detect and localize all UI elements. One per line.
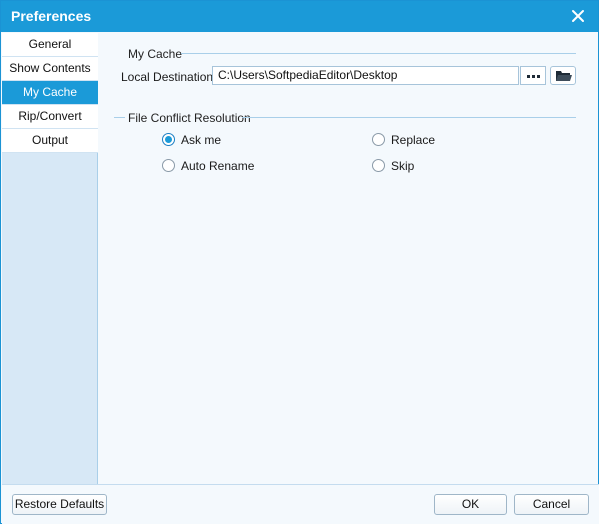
more-dots-icon-mid	[532, 75, 535, 78]
sidebar-item-general[interactable]: General	[2, 33, 98, 57]
my-cache-group-divider	[181, 53, 576, 54]
restore-defaults-button[interactable]: Restore Defaults	[12, 494, 107, 515]
sidebar-item-output[interactable]: Output	[2, 129, 98, 153]
radio-button	[372, 159, 385, 172]
conflict-group-title: File Conflict Resolution	[128, 111, 251, 125]
open-folder-button[interactable]	[550, 66, 576, 85]
local-destination-label: Local Destination:	[121, 70, 217, 84]
radio-label: Replace	[391, 133, 436, 147]
ok-button[interactable]: OK	[434, 494, 507, 515]
sidebar-item-my-cache[interactable]: My Cache	[2, 81, 98, 105]
local-destination-input[interactable]: C:\Users\SoftpediaEditor\Desktop	[212, 66, 519, 85]
radio-label: Auto Rename	[181, 159, 255, 173]
radio-ask-me[interactable]: Ask me	[162, 132, 282, 148]
sidebar: General Show Contents My Cache Rip/Conve…	[2, 33, 98, 484]
folder-icon	[556, 71, 572, 81]
radio-auto-rename[interactable]: Auto Rename	[162, 158, 282, 174]
browse-options-button[interactable]	[520, 66, 546, 85]
footer-bar: Restore Defaults OK Cancel	[2, 484, 599, 524]
conflict-group-divider-left	[114, 117, 125, 118]
radio-button	[162, 159, 175, 172]
more-dots-icon	[527, 75, 530, 78]
radio-label: Ask me	[181, 133, 222, 147]
content-panel: My Cache Local Destination: C:\Users\Sof…	[99, 33, 598, 484]
my-cache-group-title: My Cache	[128, 47, 183, 61]
preferences-window: Preferences General Show Contents My Cac…	[0, 0, 599, 524]
window-title: Preferences	[11, 8, 92, 24]
conflict-group-divider	[242, 117, 576, 118]
radio-replace[interactable]: Replace	[372, 132, 492, 148]
close-button[interactable]	[568, 6, 588, 26]
title-bar: Preferences	[1, 1, 598, 32]
radio-skip[interactable]: Skip	[372, 158, 492, 174]
sidebar-item-show-contents[interactable]: Show Contents	[2, 57, 98, 81]
radio-button	[372, 133, 385, 146]
sidebar-item-rip-convert[interactable]: Rip/Convert	[2, 105, 98, 129]
close-icon	[572, 10, 584, 22]
more-dots-icon-end	[537, 75, 540, 78]
cancel-button[interactable]: Cancel	[514, 494, 589, 515]
radio-button-checked	[162, 133, 175, 146]
radio-label: Skip	[391, 159, 415, 173]
